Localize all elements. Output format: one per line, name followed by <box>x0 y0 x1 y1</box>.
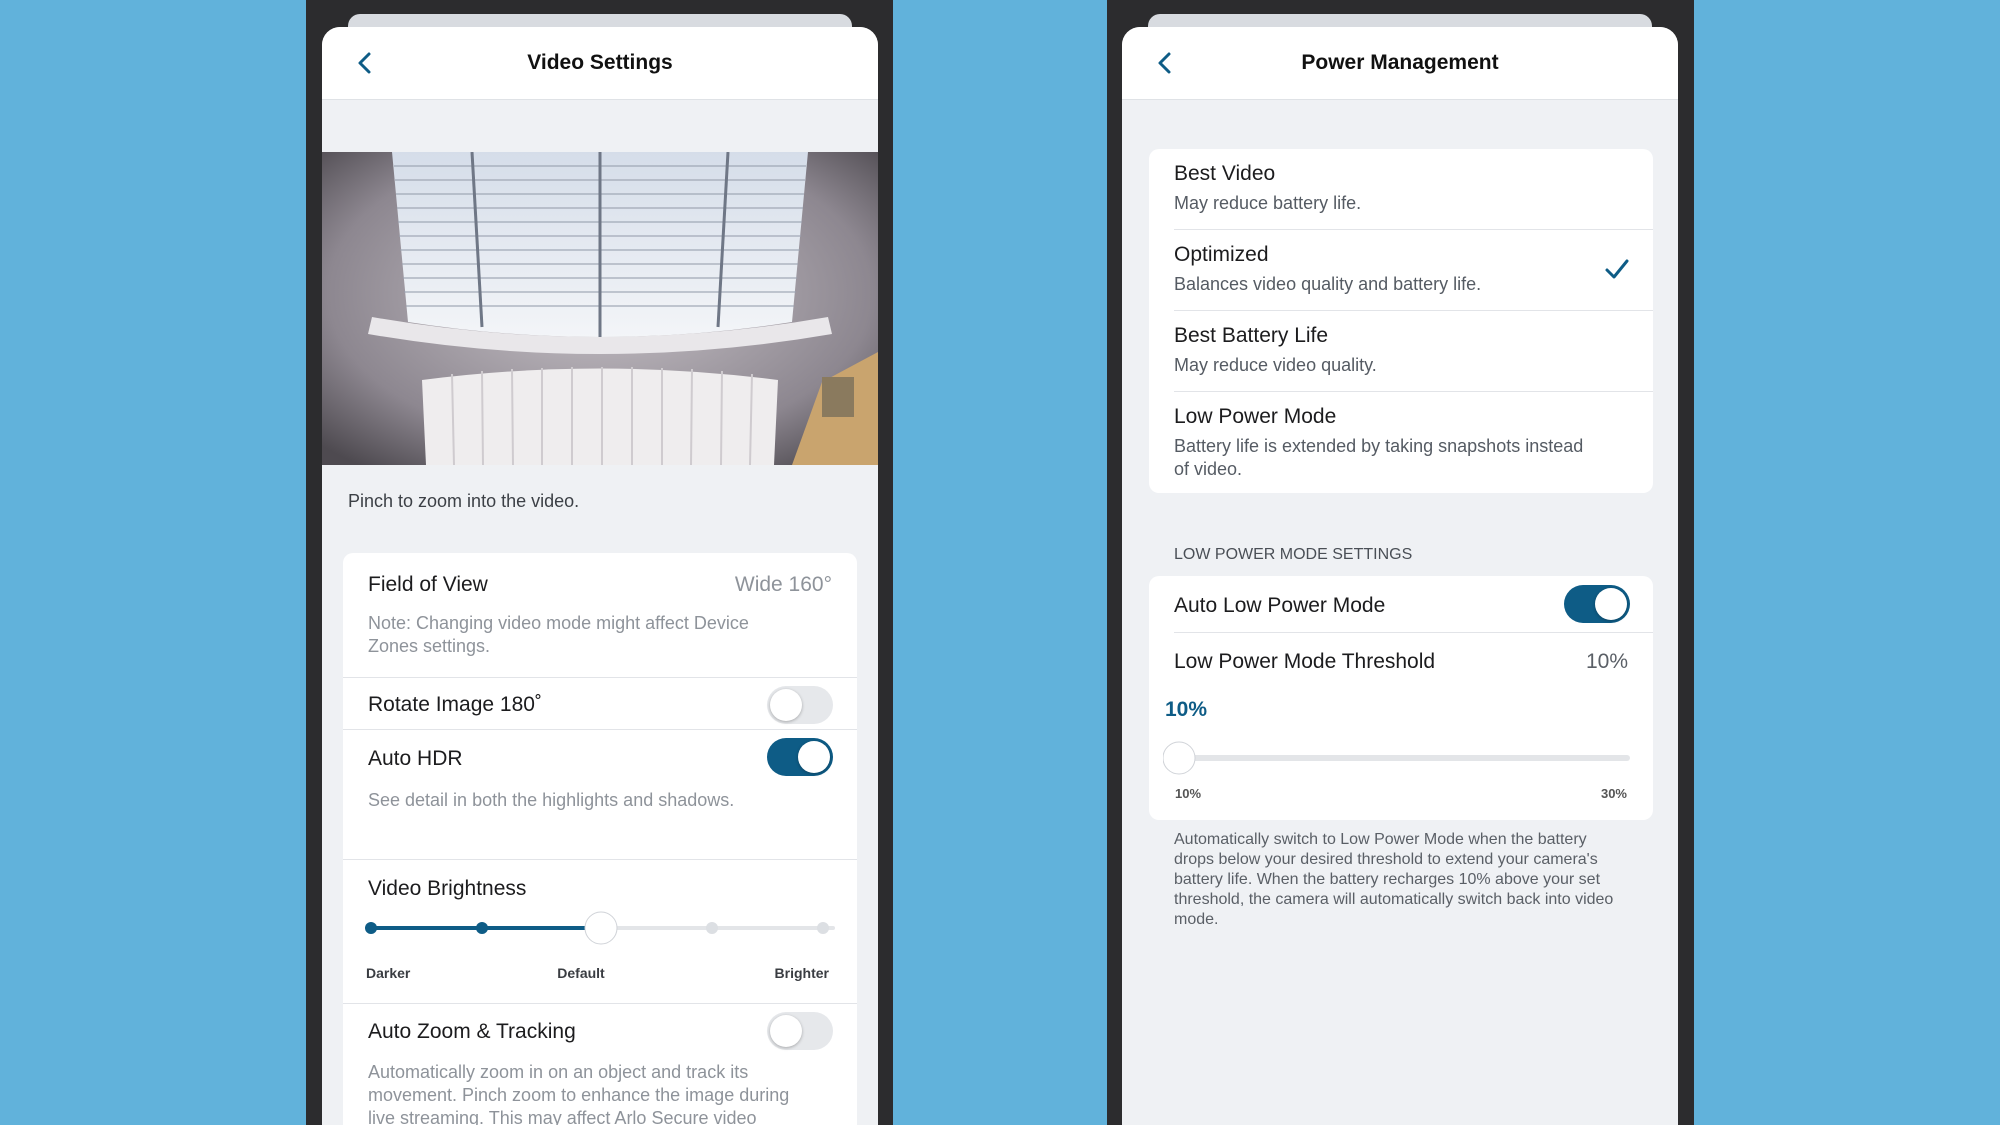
auto-low-power-toggle[interactable] <box>1564 585 1630 623</box>
brightness-mid-label: Default <box>557 965 605 981</box>
power-mode-card: Best Video May reduce battery life. Opti… <box>1149 149 1653 493</box>
low-power-settings-card: Auto Low Power Mode Low Power Mode Thres… <box>1149 576 1653 820</box>
auto-zoom-toggle[interactable] <box>767 1012 833 1050</box>
nav-bar: Power Management <box>1122 27 1678 100</box>
option-title: Optimized <box>1174 243 1269 266</box>
rotate-image-toggle[interactable] <box>767 686 833 724</box>
nav-bar: Video Settings <box>322 27 878 100</box>
toggle-knob <box>798 741 830 773</box>
power-mode-option-best-video[interactable]: Best Video May reduce battery life. <box>1149 149 1653 229</box>
option-title: Best Battery Life <box>1174 324 1329 347</box>
pinch-hint: Pinch to zoom into the video. <box>348 491 580 511</box>
threshold-description: Automatically switch to Low Power Mode w… <box>1174 831 1614 928</box>
brightness-min-label: Darker <box>366 965 411 981</box>
threshold-label: Low Power Mode Threshold <box>1174 650 1436 673</box>
brightness-step-5[interactable] <box>817 922 829 934</box>
option-subtitle: Balances video quality and battery life. <box>1174 274 1482 294</box>
threshold-min-label: 10% <box>1175 786 1202 801</box>
threshold-max-label: 30% <box>1600 786 1627 801</box>
brightness-slider-thumb[interactable] <box>584 911 618 945</box>
auto-hdr-description: See detail in both the highlights and sh… <box>368 790 735 810</box>
option-subtitle: Battery life is extended by taking snaps… <box>1174 436 1584 479</box>
brightness-step-2[interactable] <box>476 922 488 934</box>
power-management-screen: Power Management Best Video May reduce b… <box>1122 27 1678 1125</box>
rotate-image-label: Rotate Image 180˚ <box>368 693 542 716</box>
video-options-card: Field of View Wide 160° Note: Changing v… <box>343 553 857 1125</box>
section-header-low-power: LOW POWER MODE SETTINGS <box>1174 546 1413 563</box>
divider <box>1174 632 1653 633</box>
brightness-slider[interactable] <box>363 908 843 948</box>
video-settings-screen: Video Settings Pinch to zoom into the vi… <box>322 27 878 1125</box>
divider <box>343 677 857 678</box>
threshold-slider[interactable] <box>1163 738 1643 778</box>
divider <box>343 729 857 730</box>
power-mode-option-low-power[interactable]: Low Power Mode Battery life is extended … <box>1149 392 1653 493</box>
toggle-knob <box>770 689 802 721</box>
brightness-step-4[interactable] <box>706 922 718 934</box>
power-mode-option-optimized[interactable]: Optimized Balances video quality and bat… <box>1149 230 1653 310</box>
page-title: Video Settings <box>527 51 673 74</box>
brightness-step-1[interactable] <box>365 922 377 934</box>
camera-preview[interactable] <box>322 152 878 465</box>
threshold-slider-value: 10% <box>1165 698 1208 721</box>
threshold-value: 10% <box>1585 650 1628 673</box>
toggle-knob <box>770 1015 802 1047</box>
field-of-view-row[interactable]: Field of View Wide 160° Note: Changing v… <box>343 553 857 677</box>
divider <box>343 859 857 860</box>
divider <box>343 1003 857 1004</box>
option-title: Low Power Mode <box>1174 405 1337 428</box>
preview-image <box>322 152 878 465</box>
auto-hdr-toggle[interactable] <box>767 738 833 776</box>
auto-zoom-description: Automatically zoom in on an object and t… <box>368 1062 790 1125</box>
checkmark-icon <box>1605 259 1629 279</box>
field-of-view-note: Note: Changing video mode might affect D… <box>368 613 749 656</box>
option-subtitle: May reduce video quality. <box>1174 355 1377 375</box>
threshold-slider-thumb[interactable] <box>1163 741 1196 775</box>
auto-low-power-label: Auto Low Power Mode <box>1174 594 1386 617</box>
brightness-max-label: Brighter <box>774 965 829 981</box>
toggle-knob <box>1595 588 1627 620</box>
option-title: Best Video <box>1174 162 1276 185</box>
option-subtitle: May reduce battery life. <box>1174 193 1362 213</box>
video-brightness-label: Video Brightness <box>368 877 527 900</box>
field-of-view-label: Field of View <box>368 573 488 596</box>
power-mode-option-best-battery[interactable]: Best Battery Life May reduce video quali… <box>1149 311 1653 391</box>
auto-hdr-label: Auto HDR <box>368 747 463 770</box>
auto-zoom-label: Auto Zoom & Tracking <box>368 1020 576 1043</box>
field-of-view-value: Wide 160° <box>734 573 832 596</box>
page-title: Power Management <box>1301 51 1499 74</box>
